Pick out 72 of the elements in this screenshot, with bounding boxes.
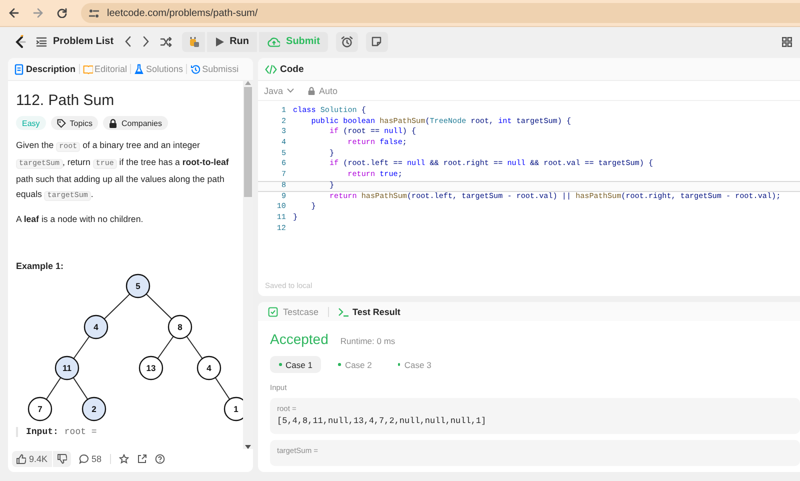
flask-icon bbox=[134, 64, 144, 74]
help-icon[interactable] bbox=[154, 454, 165, 464]
tree-edge bbox=[72, 377, 88, 400]
layout-grid-icon[interactable] bbox=[782, 36, 792, 46]
tree-node: 7 bbox=[28, 396, 52, 422]
tree-edge bbox=[146, 294, 172, 320]
previous-chevron-icon[interactable] bbox=[124, 36, 132, 47]
example-heading: Example 1: bbox=[16, 261, 65, 271]
checkbox-icon bbox=[268, 306, 279, 316]
timer-button[interactable] bbox=[336, 32, 358, 52]
next-chevron-icon[interactable] bbox=[142, 36, 150, 47]
comments-button[interactable]: 58 bbox=[78, 454, 102, 464]
tag-icon bbox=[56, 118, 66, 128]
tree-edge bbox=[157, 336, 174, 360]
tree-node: 1 bbox=[224, 396, 243, 422]
bug-icon bbox=[188, 36, 199, 47]
tree-node: 2 bbox=[82, 396, 106, 422]
run-button[interactable]: Run bbox=[206, 32, 258, 52]
book-icon bbox=[82, 64, 93, 74]
thumbs-up-icon bbox=[16, 454, 26, 464]
parameter-value: [5,4,8,11,null,13,4,7,2,null,null,null,1] bbox=[277, 416, 488, 426]
tree-node: 11 bbox=[54, 356, 80, 380]
play-icon bbox=[214, 36, 224, 46]
star-icon[interactable] bbox=[118, 454, 129, 464]
document-icon bbox=[14, 64, 24, 74]
address-bar[interactable]: leetcode.com/problems/path-sum/ bbox=[81, 3, 800, 23]
debug-button[interactable] bbox=[182, 32, 205, 52]
lock-icon bbox=[308, 86, 316, 94]
description-paragraph: A leaf is a node with no children. bbox=[16, 213, 144, 226]
reload-icon[interactable] bbox=[57, 8, 67, 18]
problem-list-button[interactable]: Problem List bbox=[36, 36, 114, 47]
notes-button[interactable] bbox=[366, 32, 388, 52]
lock-icon bbox=[109, 118, 118, 128]
cloud-upload-icon bbox=[267, 36, 280, 46]
scroll-down-icon bbox=[245, 445, 251, 449]
input-value: root = bbox=[64, 427, 97, 437]
tree-edge bbox=[214, 377, 230, 400]
problem-title: 112. Path Sum bbox=[16, 92, 116, 109]
site-settings-icon[interactable] bbox=[89, 8, 99, 18]
input-label: Input: bbox=[26, 427, 58, 437]
list-icon bbox=[36, 36, 47, 46]
autosave-mode: Auto bbox=[319, 86, 338, 96]
shuffle-icon[interactable] bbox=[160, 36, 172, 46]
tree-edge bbox=[46, 377, 62, 400]
runtime-label: Runtime: 0 ms bbox=[340, 336, 396, 346]
panel-tab[interactable]: Test Result bbox=[334, 306, 404, 316]
case-tab[interactable]: Case 2 bbox=[329, 356, 381, 373]
panel-title: Code bbox=[280, 64, 304, 74]
alarm-clock-icon bbox=[340, 36, 353, 48]
panel-tab[interactable]: Description bbox=[11, 64, 79, 74]
tree-node: 4 bbox=[196, 356, 222, 380]
tree-node: 5 bbox=[126, 274, 150, 298]
result-status: Accepted bbox=[270, 331, 328, 347]
history-icon bbox=[190, 64, 200, 74]
note-icon bbox=[371, 36, 382, 47]
case-tab[interactable]: Case 1 bbox=[270, 356, 322, 373]
tree-node: 8 bbox=[168, 314, 192, 340]
tree-edge bbox=[104, 294, 130, 320]
back-arrow-icon[interactable] bbox=[9, 8, 19, 18]
companies-tag[interactable]: Companies bbox=[103, 116, 168, 130]
thumbs-down-icon bbox=[56, 454, 67, 464]
tree-node: 4 bbox=[84, 314, 108, 340]
share-icon[interactable] bbox=[136, 454, 147, 464]
terminal-icon bbox=[338, 306, 349, 316]
code-icon bbox=[265, 64, 277, 74]
difficulty-badge: Easy bbox=[16, 116, 46, 130]
tree-edge bbox=[73, 336, 90, 360]
tree-edge bbox=[186, 336, 203, 360]
comment-icon bbox=[78, 454, 89, 464]
topics-tag[interactable]: Topics bbox=[50, 116, 98, 130]
tree-node: 13 bbox=[138, 356, 164, 380]
chevron-down-icon bbox=[287, 88, 294, 93]
